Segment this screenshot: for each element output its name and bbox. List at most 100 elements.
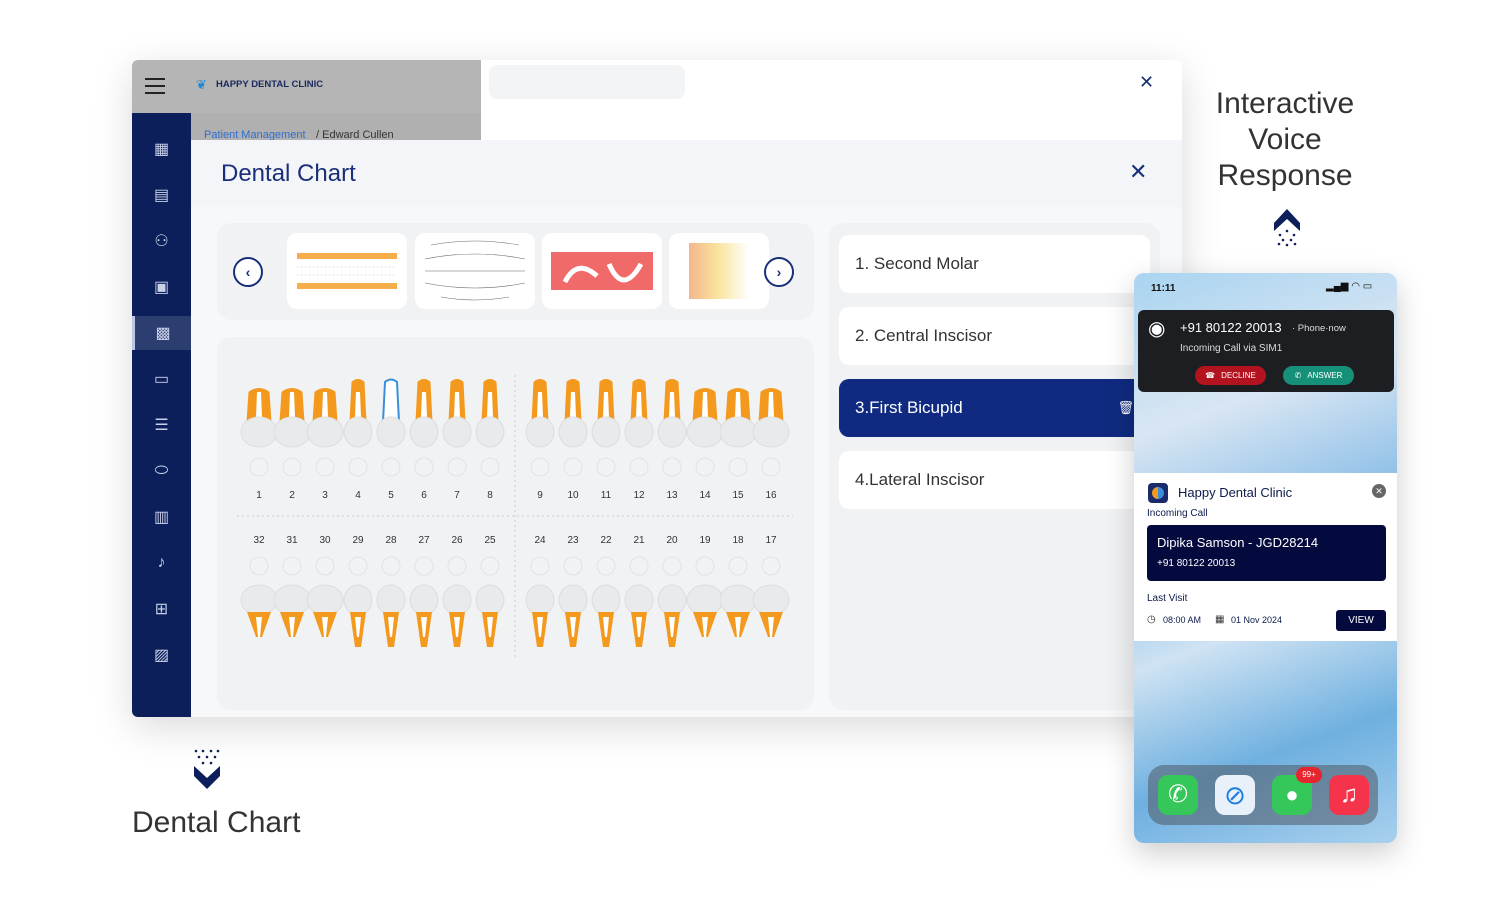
answer-label: ANSWER bbox=[1307, 371, 1343, 380]
tooth-number: 21 bbox=[633, 535, 645, 546]
sidebar-item[interactable]: ▨ bbox=[132, 638, 191, 672]
modal-close-icon[interactable]: ✕ bbox=[1129, 159, 1147, 185]
carousel-prev-button[interactable]: ‹ bbox=[233, 257, 263, 287]
thumbnail-root-chart[interactable] bbox=[287, 233, 407, 309]
decline-button[interactable]: ☎ DECLINE bbox=[1195, 366, 1266, 385]
sidebar-item[interactable]: ☰ bbox=[132, 408, 191, 442]
tooth-22[interactable]: 22 bbox=[591, 535, 621, 647]
root-canal bbox=[603, 392, 609, 417]
sidebar-item[interactable]: ⚇ bbox=[132, 224, 191, 258]
tooth-20[interactable]: 20 bbox=[657, 535, 687, 647]
tooth-2[interactable]: 2 bbox=[273, 388, 311, 502]
carousel-next-button[interactable]: › bbox=[764, 257, 794, 287]
phone-app-icon[interactable]: ✆ bbox=[1158, 775, 1198, 815]
occlusal-view bbox=[662, 556, 682, 576]
tooth-10[interactable]: 10 bbox=[558, 379, 588, 502]
tooth-crown bbox=[376, 416, 406, 448]
tooth-12[interactable]: 12 bbox=[624, 379, 654, 502]
occlusal-view bbox=[249, 457, 269, 477]
ivr-caption-line: Interactive bbox=[1215, 87, 1355, 120]
tooth-28[interactable]: 28 bbox=[376, 535, 406, 647]
tooth-16[interactable]: 16 bbox=[752, 388, 790, 502]
incoming-call-notification[interactable]: ◉ +91 80122 20013 · Phone·now Incoming C… bbox=[1138, 310, 1394, 392]
sidebar-item[interactable]: ▩ bbox=[132, 316, 191, 350]
occlusal-view bbox=[761, 556, 781, 576]
occlusal-view bbox=[348, 556, 368, 576]
calendar-icon: ▦ bbox=[1215, 614, 1225, 625]
tooth-11[interactable]: 11 bbox=[591, 379, 621, 502]
tooth-1[interactable]: 1 bbox=[240, 388, 278, 502]
hamburger-menu-icon[interactable] bbox=[145, 78, 165, 94]
tooth-9[interactable]: 9 bbox=[525, 379, 555, 502]
thumbnail-gum-chart[interactable] bbox=[542, 233, 662, 309]
tooth-13[interactable]: 13 bbox=[657, 379, 687, 502]
tooth-8[interactable]: 8 bbox=[475, 379, 505, 502]
occlusal-view bbox=[563, 457, 583, 477]
tooth-list-item[interactable]: 4.Lateral Inscisor bbox=[839, 451, 1150, 509]
tooth-5[interactable]: 5 bbox=[376, 378, 406, 502]
tooth-crown bbox=[719, 416, 757, 448]
drawer-close-icon[interactable]: ✕ bbox=[1139, 72, 1154, 93]
tooth-19[interactable]: 19 bbox=[686, 535, 724, 637]
drawer-input[interactable] bbox=[489, 65, 685, 99]
thumbnail-line-chart[interactable] bbox=[415, 233, 535, 309]
visit-date: 01 Nov 2024 bbox=[1231, 615, 1283, 625]
tooth-21[interactable]: 21 bbox=[624, 535, 654, 647]
tooth-4[interactable]: 4 bbox=[343, 379, 373, 502]
tooth-14[interactable]: 14 bbox=[686, 388, 724, 502]
tooth-32[interactable]: 32 bbox=[240, 535, 278, 637]
tooth-24[interactable]: 24 bbox=[525, 535, 555, 647]
tooth-30[interactable]: 30 bbox=[306, 535, 344, 637]
tooth-26[interactable]: 26 bbox=[442, 535, 472, 647]
tooth-6[interactable]: 6 bbox=[409, 379, 439, 502]
tooth-15[interactable]: 15 bbox=[719, 388, 757, 502]
occlusal-view bbox=[414, 556, 434, 576]
notes-icon: ☰ bbox=[154, 417, 169, 434]
answer-button[interactable]: ✆ ANSWER bbox=[1283, 366, 1354, 385]
root-canal bbox=[487, 392, 493, 417]
hangup-icon: ☎ bbox=[1205, 371, 1216, 380]
root-canal bbox=[322, 392, 328, 417]
patient-name: Dipika Samson - JGD28214 bbox=[1157, 535, 1319, 550]
thumbnail-heat-chart[interactable] bbox=[669, 233, 769, 309]
tooth-number: 16 bbox=[765, 490, 777, 501]
pill-icon: ⬭ bbox=[154, 462, 169, 479]
tooth-17[interactable]: 17 bbox=[752, 535, 790, 637]
tooth-number: 5 bbox=[388, 490, 394, 501]
tooth-list-item[interactable]: 1. Second Molar bbox=[839, 235, 1150, 293]
call-meta: · Phone·now bbox=[1292, 323, 1346, 334]
tooth-3[interactable]: 3 bbox=[306, 388, 344, 502]
tooth-list-item[interactable]: 3.First Bicupid 🗑 bbox=[839, 379, 1150, 437]
tooth-list-item[interactable]: 2. Central Inscisor bbox=[839, 307, 1150, 365]
patient-card[interactable]: Dipika Samson - JGD28214 +91 80122 20013 bbox=[1147, 525, 1386, 581]
ivr-caption-line: Response bbox=[1217, 159, 1353, 192]
tooth-25[interactable]: 25 bbox=[475, 535, 505, 647]
tooth-crown bbox=[591, 584, 621, 616]
chat-icon: ▤ bbox=[153, 187, 170, 204]
view-button[interactable]: VIEW bbox=[1336, 610, 1386, 631]
sidebar-item[interactable]: ▦ bbox=[132, 132, 191, 166]
tooth-27[interactable]: 27 bbox=[409, 535, 439, 647]
delete-icon[interactable]: 🗑 bbox=[1117, 400, 1134, 416]
sidebar-item[interactable]: ▭ bbox=[132, 362, 191, 396]
sidebar-item[interactable]: ⬭ bbox=[132, 454, 191, 488]
dismiss-icon[interactable]: ✕ bbox=[1372, 484, 1386, 498]
occlusal-view bbox=[414, 457, 434, 477]
sidebar-item[interactable]: ▤ bbox=[132, 178, 191, 212]
tooth-crown bbox=[442, 416, 472, 448]
sidebar-item[interactable]: ▣ bbox=[132, 270, 191, 304]
tooth-29[interactable]: 29 bbox=[343, 535, 373, 647]
tooth-18[interactable]: 18 bbox=[719, 535, 757, 637]
patient-clipboard-icon: ▩ bbox=[155, 325, 171, 342]
safari-app-icon[interactable]: ⊘ bbox=[1215, 775, 1255, 815]
sidebar-item[interactable]: ⊞ bbox=[132, 592, 191, 626]
sidebar-item[interactable]: ♪ bbox=[132, 546, 191, 580]
tooth-23[interactable]: 23 bbox=[558, 535, 588, 647]
app-window: ❦ HAPPY DENTAL CLINIC Patient Management… bbox=[132, 60, 1182, 717]
occlusal-view bbox=[315, 556, 335, 576]
tooth-7[interactable]: 7 bbox=[442, 379, 472, 502]
occlusal-view bbox=[447, 556, 467, 576]
music-app-icon[interactable]: ♫ bbox=[1329, 775, 1369, 815]
sidebar-item[interactable]: ▥ bbox=[132, 500, 191, 534]
tooth-31[interactable]: 31 bbox=[273, 535, 311, 637]
